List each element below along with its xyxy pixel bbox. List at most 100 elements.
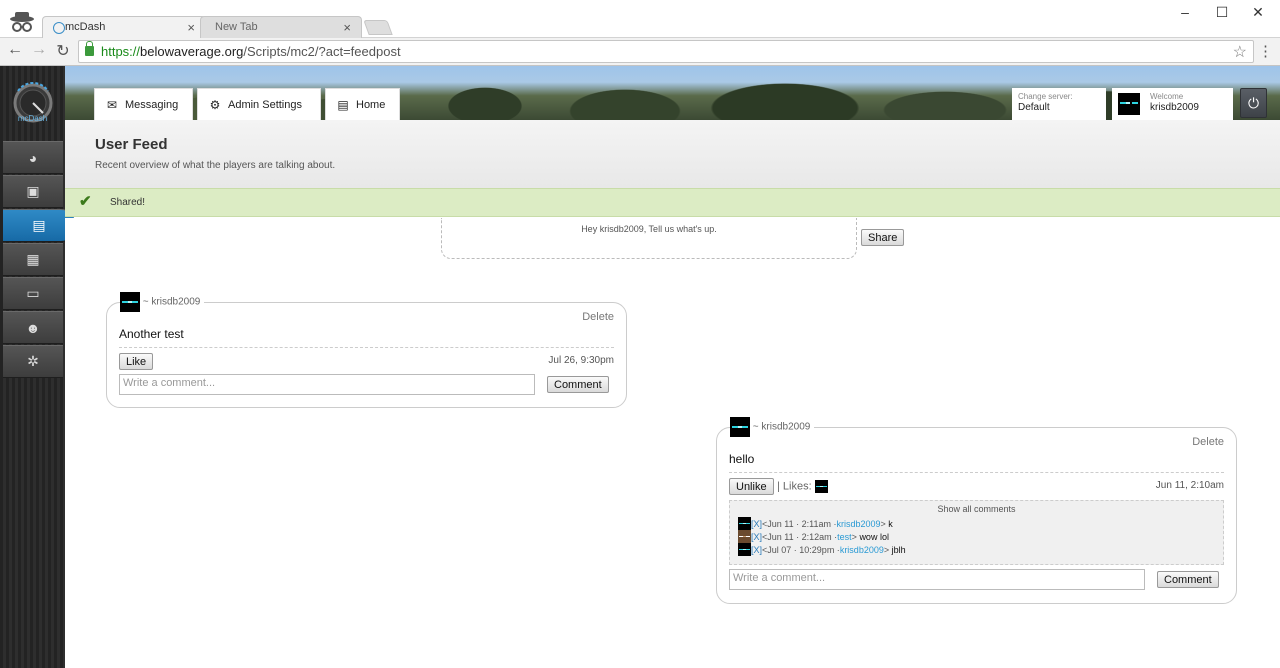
tab-label: Admin Settings — [228, 98, 302, 111]
new-tab-button[interactable] — [363, 20, 393, 35]
notice-message: Shared! — [110, 197, 146, 208]
page-title: User Feed — [95, 136, 168, 153]
app-sidebar: mcDash ◕ ▣ ▤ ▦ ▭ ☻ ✲ — [0, 66, 75, 668]
incognito-icon — [10, 12, 34, 32]
success-notice: ✔ Shared! — [65, 188, 1280, 217]
comment-text: k — [888, 518, 893, 529]
avatar — [120, 292, 140, 312]
logo-text: mcDash — [17, 114, 48, 123]
back-arrow-icon[interactable]: ← — [4, 41, 26, 59]
feed-content: Hey krisdb2009, Tell us what's up. Share… — [65, 218, 1280, 668]
comment-row: [X] <Jul 07 · 10:29pm · krisdb2009 > jbl… — [738, 543, 906, 556]
comment-username[interactable]: test — [837, 532, 852, 542]
sidebar-item-images[interactable]: ▣ — [3, 175, 63, 208]
forward-arrow-icon[interactable]: → — [28, 41, 50, 59]
sidebar-item-chat[interactable]: ▭ — [3, 277, 63, 310]
welcome-user[interactable]: Welcome krisdb2009 — [1112, 88, 1233, 120]
comment-button[interactable]: Comment — [547, 376, 609, 393]
comment-text: wow lol — [859, 531, 889, 542]
tab-label: Home — [356, 98, 386, 111]
unlike-button[interactable]: Unlike — [729, 478, 774, 495]
like-button[interactable]: Like — [119, 353, 154, 370]
divider — [729, 472, 1224, 473]
logout-button[interactable]: ⏻ — [1240, 88, 1267, 118]
tab-title: New Tab — [215, 21, 258, 33]
delete-comment-link[interactable]: [X] — [751, 532, 762, 542]
comments-section: Show all comments [X] <Jun 11 · 2:11am ·… — [729, 500, 1224, 565]
image-icon: ▣ — [26, 183, 40, 199]
comment-text: jblh — [891, 544, 906, 555]
comment-input[interactable]: Write a comment... — [729, 569, 1145, 590]
commenter-avatar — [738, 530, 751, 543]
comment-button[interactable]: Comment — [1157, 571, 1219, 588]
post-timestamp: Jun 11, 2:10am — [1155, 480, 1224, 491]
tab-home[interactable]: ▤ Home — [325, 88, 400, 120]
tab-admin-settings[interactable]: ⚙ Admin Settings — [197, 88, 321, 120]
address-bar[interactable]: https://belowaverage.org/Scripts/mc2/?ac… — [78, 40, 1254, 63]
post-timestamp: Jul 26, 9:30pm — [548, 355, 614, 366]
share-button[interactable]: Share — [861, 229, 905, 246]
server-value: Default — [1018, 102, 1050, 113]
site-favicon-icon — [53, 22, 65, 34]
maximize-button[interactable]: ☐ — [1207, 4, 1237, 21]
sidebar-item-grid[interactable]: ▦ — [3, 243, 63, 276]
commenter-avatar — [738, 517, 751, 530]
gear-icon: ⚙ — [209, 97, 221, 112]
sidebar-item-dashboard[interactable]: ◕ — [3, 141, 63, 174]
close-tab-icon[interactable]: × — [187, 20, 195, 35]
browser-tab-new-tab[interactable]: New Tab × — [200, 16, 362, 38]
delete-post-link[interactable]: Delete — [582, 311, 614, 323]
liker-avatar — [814, 480, 828, 493]
share-input[interactable]: Hey krisdb2009, Tell us what's up. — [441, 218, 857, 259]
close-tab-icon[interactable]: × — [343, 20, 351, 35]
chat-icon: ▭ — [26, 285, 40, 301]
tab-label: Messaging — [125, 98, 179, 111]
likes-label: | Likes: — [777, 480, 828, 493]
envelope-icon: ✉ — [106, 97, 118, 112]
minimize-button[interactable]: – — [1170, 4, 1200, 20]
post-author: ~ krisdb2009 — [120, 292, 205, 312]
sidebar-item-users[interactable]: ☻ — [3, 311, 63, 344]
welcome-label: Welcome — [1150, 92, 1184, 101]
tab-title: mcDash — [65, 21, 106, 33]
post-author: ~ krisdb2009 — [730, 417, 815, 437]
comment-input[interactable]: Write a comment... — [119, 374, 535, 395]
bookmark-star-icon[interactable]: ☆ — [1233, 42, 1247, 62]
gear-icon: ✲ — [27, 353, 39, 369]
users-icon: ☻ — [25, 319, 41, 336]
feed-post: Delete hello Unlike | Likes: Jun 11, 2:1… — [716, 427, 1237, 604]
browser-menu-icon[interactable]: ⋮ — [1258, 42, 1273, 60]
page-subtitle: Recent overview of what the players are … — [95, 160, 336, 171]
checkmark-icon: ✔ — [79, 193, 92, 210]
delete-post-link[interactable]: Delete — [1192, 436, 1224, 448]
delete-comment-link[interactable]: [X] — [751, 545, 762, 555]
show-all-comments-link[interactable]: Show all comments — [730, 504, 1223, 514]
close-window-button[interactable]: ✕ — [1243, 4, 1273, 21]
feed-icon: ▤ — [32, 217, 46, 233]
comment-username[interactable]: krisdb2009 — [840, 545, 884, 555]
power-icon: ⏻ — [1247, 94, 1260, 111]
document-icon: ▤ — [337, 97, 349, 112]
post-text: hello — [729, 452, 755, 466]
commenter-avatar — [738, 543, 751, 556]
comment-username[interactable]: krisdb2009 — [836, 519, 880, 529]
grid-icon: ▦ — [26, 251, 40, 267]
url-text: https://belowaverage.org/Scripts/mc2/?ac… — [101, 44, 401, 59]
lock-icon — [85, 41, 94, 56]
tab-messaging[interactable]: ✉ Messaging — [94, 88, 193, 120]
dashboard-icon: ◕ — [28, 149, 38, 166]
sidebar-item-settings[interactable]: ✲ — [3, 345, 63, 378]
comment-row: [X] <Jun 11 · 2:11am · krisdb2009 > k — [738, 517, 893, 530]
welcome-username: krisdb2009 — [1150, 102, 1199, 113]
avatar — [730, 417, 750, 437]
server-label: Change server: — [1018, 92, 1073, 101]
server-selector[interactable]: Change server: Default — [1012, 88, 1106, 120]
browser-tabstrip: mcDash × New Tab × – ☐ ✕ — [0, 0, 1280, 38]
reload-icon[interactable]: ↻ — [52, 41, 74, 61]
browser-tab-mcdash[interactable]: mcDash × — [42, 16, 206, 38]
feed-post: Delete Another test Like Jul 26, 9:30pm … — [106, 302, 627, 408]
post-text: Another test — [119, 327, 184, 341]
delete-comment-link[interactable]: [X] — [751, 519, 762, 529]
browser-toolbar: ← → ↻ https://belowaverage.org/Scripts/m… — [0, 38, 1280, 66]
avatar — [1118, 93, 1140, 115]
